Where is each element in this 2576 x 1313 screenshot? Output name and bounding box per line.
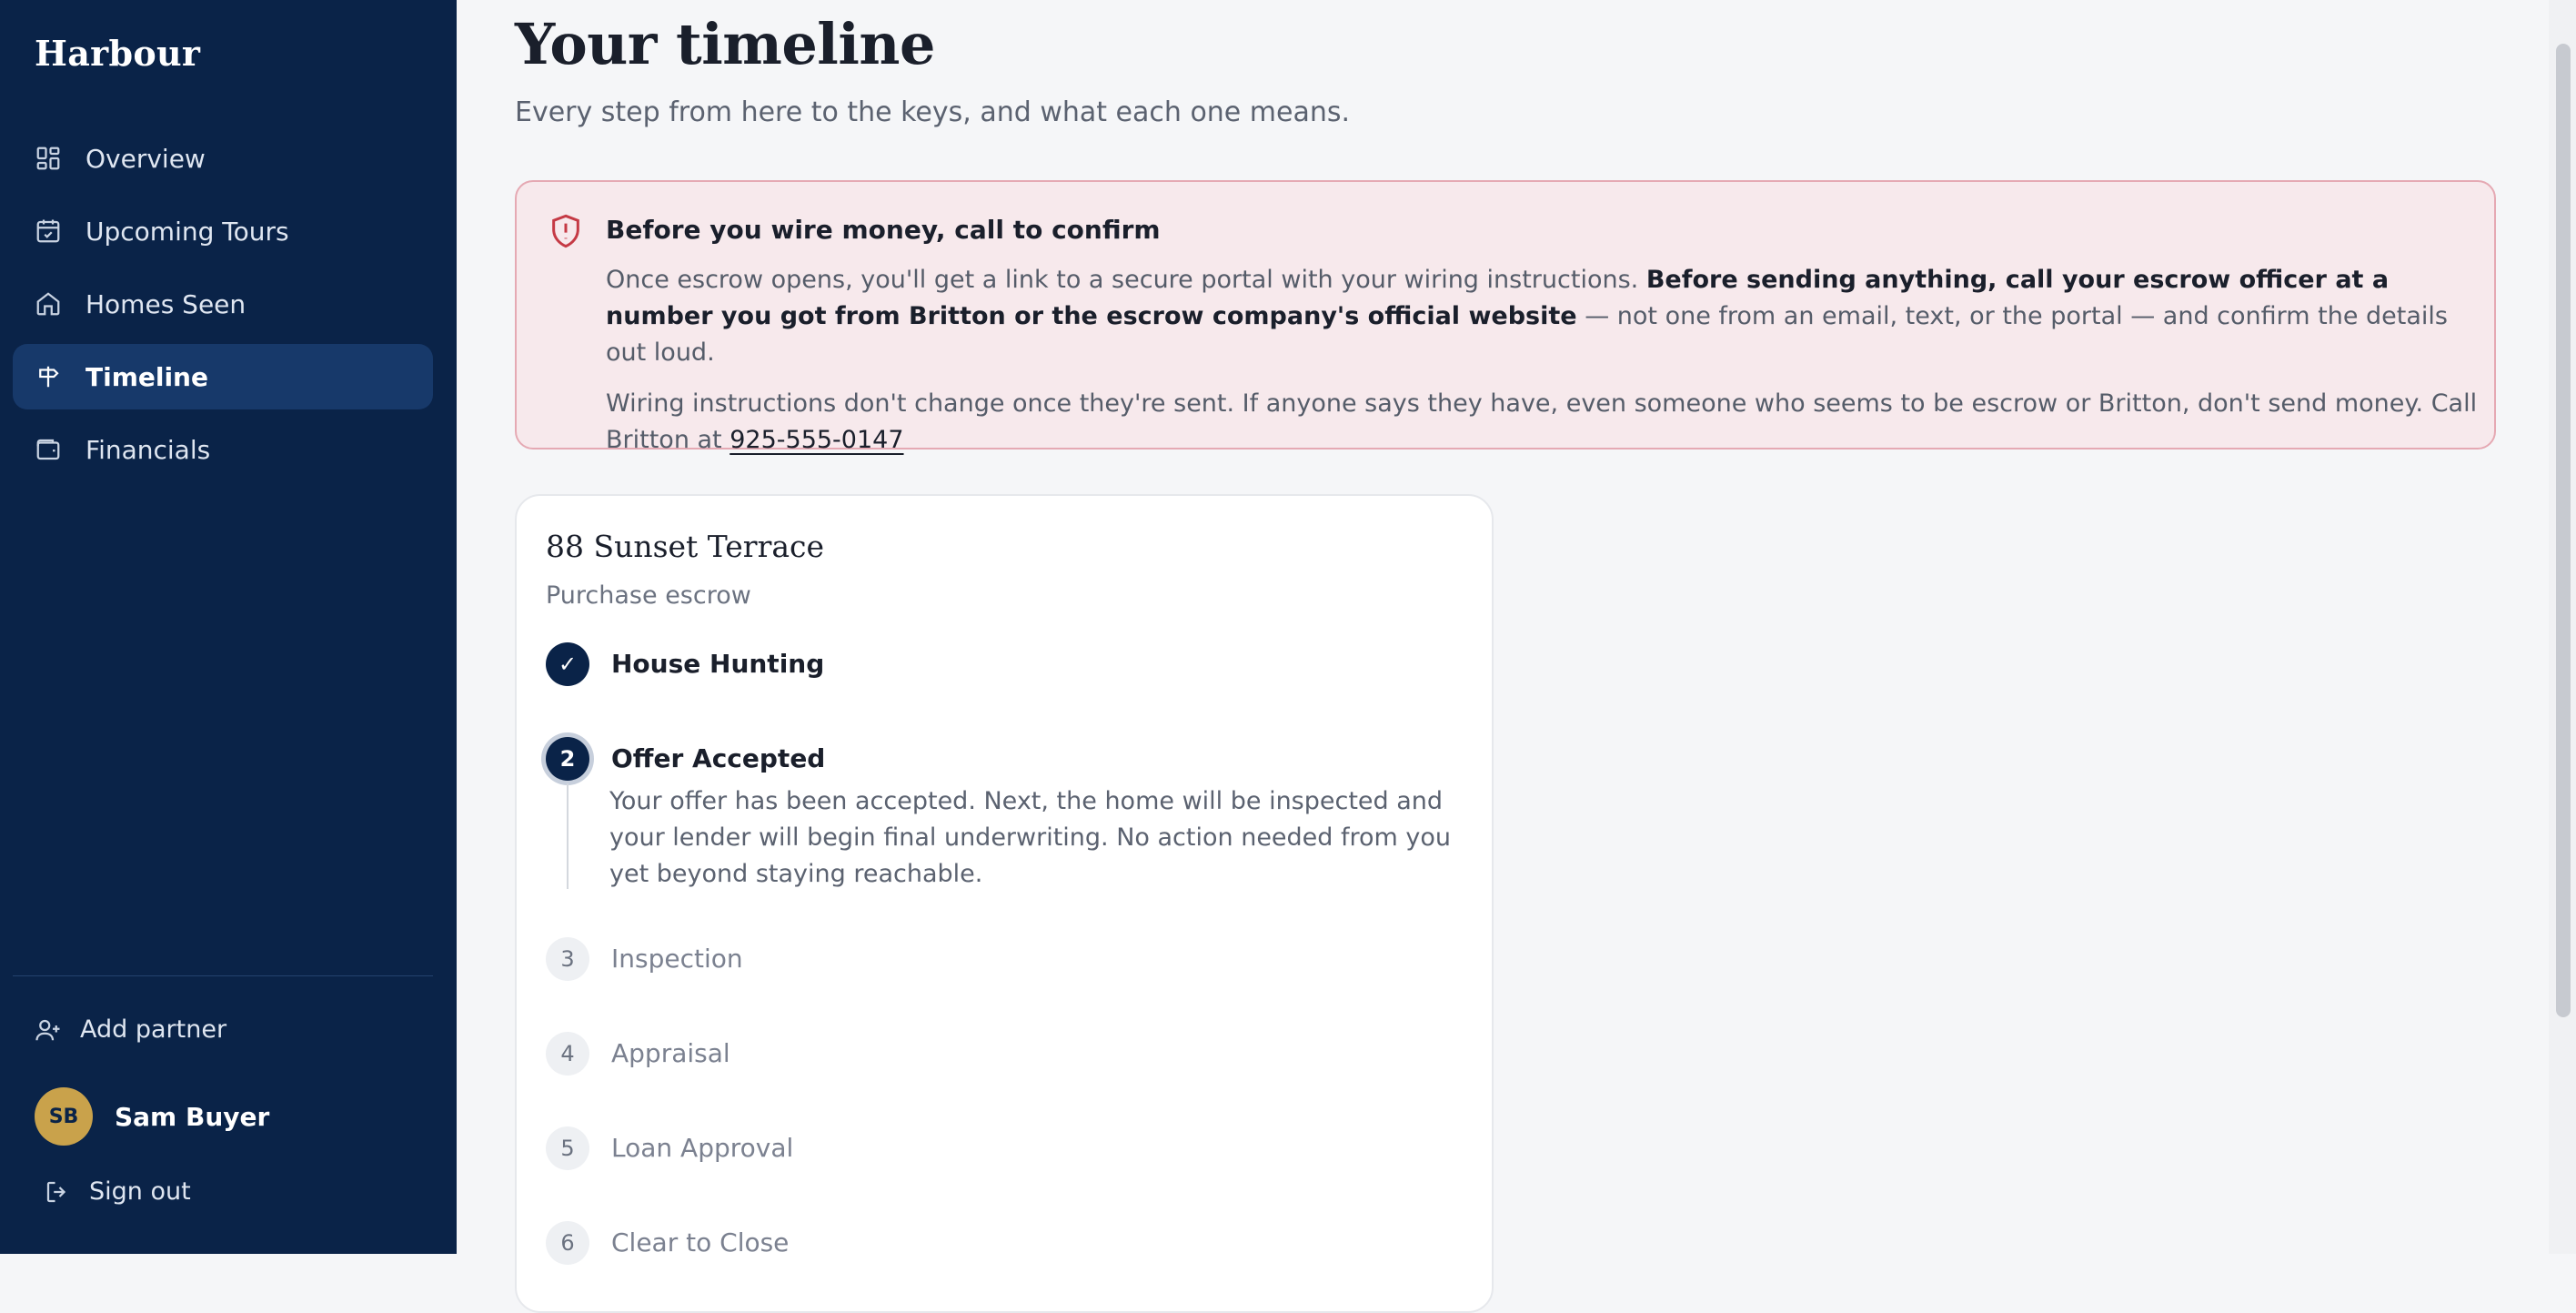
main-content: Your timeline Every step from here to th… [457,0,2549,1313]
signpost-icon [35,363,62,390]
wire-fraud-alert: Before you wire money, call to confirm O… [515,180,2496,454]
sidebar-item-financials[interactable]: Financials [13,417,433,482]
sign-out-button[interactable]: Sign out [44,1177,191,1206]
timeline-step[interactable]: 5 Loan Approval [546,1126,793,1170]
property-address: 88 Sunset Terrace [546,529,825,564]
timeline-step[interactable]: 4 Appraisal [546,1032,730,1076]
phone-link[interactable]: 925-555-0147 [730,426,903,454]
alert-title: Before you wire money, call to confirm [606,215,1161,245]
sign-out-icon [44,1178,71,1206]
alert-text: Once escrow opens, you'll get a link to … [606,266,1639,294]
timeline-step[interactable]: 6 Clear to Close [546,1221,789,1265]
alert-paragraph: Once escrow opens, you'll get a link to … [606,262,2480,371]
step-label: Inspection [611,944,743,974]
sidebar-item-homes-seen[interactable]: Homes Seen [13,271,433,337]
step-label: Clear to Close [611,1227,790,1257]
step-connector [567,783,569,889]
sidebar-item-overview[interactable]: Overview [13,126,433,191]
alert-paragraph: Wiring instructions don't change once th… [606,386,2480,459]
sidebar-item-label: Timeline [86,361,208,392]
alert-body: Once escrow opens, you'll get a link to … [606,262,2480,473]
step-number: 2 [546,737,589,781]
step-label: Loan Approval [611,1133,794,1163]
scrollbar-thumb[interactable] [2556,44,2571,1017]
shield-alert-icon [548,213,584,249]
add-partner-button[interactable]: Add partner [35,1015,226,1044]
add-partner-label: Add partner [80,1015,227,1044]
step-label: Offer Accepted [611,743,826,773]
sidebar-divider [13,975,433,976]
grid-icon [35,145,62,172]
escrow-card: 88 Sunset Terrace Purchase escrow ✓ Hous… [515,494,1494,1313]
avatar: SB [35,1087,93,1146]
sidebar-item-timeline[interactable]: Timeline [13,344,433,409]
page-title: Your timeline [515,11,935,77]
step-number: 5 [546,1126,589,1170]
user-plus-icon [35,1016,62,1044]
step-complete-check-icon: ✓ [546,642,589,686]
wallet-icon [35,436,62,463]
timeline-step[interactable]: 3 Inspection [546,937,743,981]
sidebar-item-label: Overview [86,143,206,174]
user-name: Sam Buyer [115,1101,270,1132]
step-number: 3 [546,937,589,981]
scrollbar[interactable] [2549,0,2576,1254]
sidebar-nav: Overview Upcoming Tours Homes Seen Timel… [13,126,433,490]
brand-logo[interactable]: Harbour [35,33,200,74]
sign-out-label: Sign out [89,1177,191,1206]
user-profile[interactable]: SB Sam Buyer [35,1087,269,1146]
step-description: Your offer has been accepted. Next, the … [609,787,1452,888]
step-number: 6 [546,1221,589,1265]
step-number: 4 [546,1032,589,1076]
step-label: House Hunting [611,649,825,679]
page-subtitle: Every step from here to the keys, and wh… [515,96,1351,128]
timeline-step[interactable]: ✓ House Hunting [546,642,824,686]
home-icon [35,290,62,318]
calendar-check-icon [35,217,62,245]
sidebar-item-upcoming-tours[interactable]: Upcoming Tours [13,198,433,264]
step-label: Appraisal [611,1038,730,1068]
sidebar-item-label: Financials [86,434,211,465]
sidebar-item-label: Homes Seen [86,288,247,319]
sidebar-item-label: Upcoming Tours [86,216,289,247]
escrow-type: Purchase escrow [546,581,751,610]
sidebar: Harbour Overview Upcoming Tours Homes Se… [0,0,457,1254]
timeline-step[interactable]: 2 Offer Accepted [546,737,825,781]
